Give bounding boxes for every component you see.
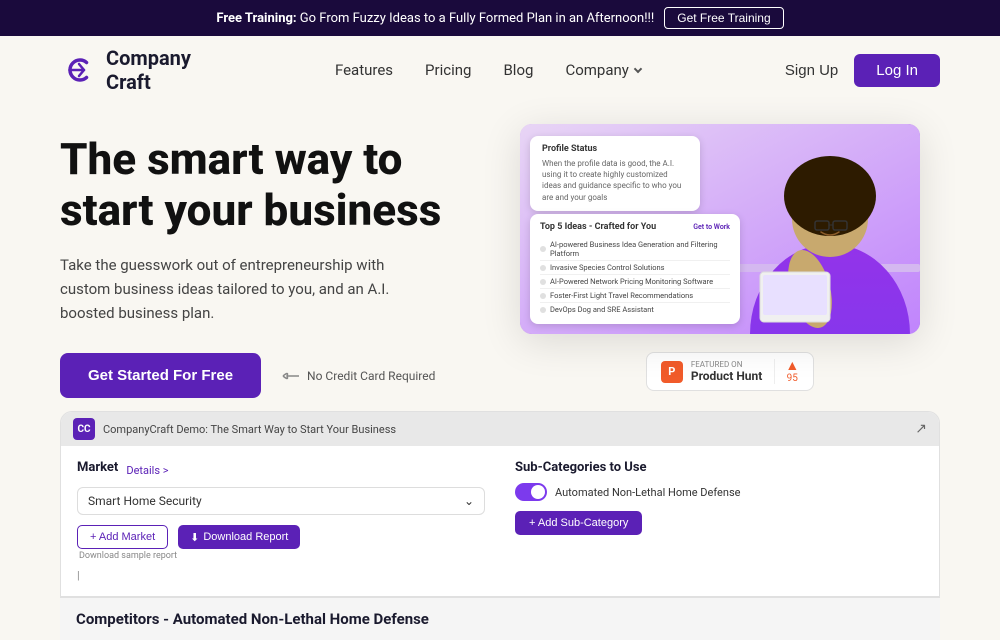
sub-categories-label: Sub-Categories to Use	[515, 460, 923, 475]
ideas-card-cta[interactable]: Get to Work	[693, 223, 730, 231]
logo-text: Company Craft	[106, 46, 191, 94]
nav-auth: Sign Up Log In	[785, 54, 940, 87]
cta-area: Get Started For Free No Credit Card Requ…	[60, 353, 480, 398]
ideas-card-header: Top 5 Ideas - Crafted for You Get to Wor…	[540, 222, 730, 232]
hero-title: The smart way to start your business	[60, 134, 480, 235]
top-ideas-card: Top 5 Ideas - Crafted for You Get to Wor…	[530, 214, 740, 324]
select-arrow-icon: ⌄	[464, 494, 474, 508]
hero-right: Profile Status When the profile data is …	[520, 124, 940, 401]
product-hunt-badge[interactable]: P FEATURED ON Product Hunt ▲ 95	[646, 352, 814, 391]
nav-blog[interactable]: Blog	[503, 61, 533, 79]
toggle-row: Automated Non-Lethal Home Defense	[515, 483, 923, 501]
demo-section: CC CompanyCraft Demo: The Smart Way to S…	[60, 411, 940, 597]
toggle-switch[interactable]	[515, 483, 547, 501]
download-report-button[interactable]: ⬇ Download Report	[178, 525, 300, 549]
profile-status-card: Profile Status When the profile data is …	[530, 136, 700, 211]
demo-content: Market Details > Smart Home Security ⌄ +…	[61, 446, 939, 596]
demo-title: CompanyCraft Demo: The Smart Way to Star…	[103, 423, 396, 436]
profile-card-title: Profile Status	[542, 144, 688, 154]
list-item: Invasive Species Control Solutions	[540, 261, 730, 275]
market-label: Market	[77, 460, 118, 475]
no-credit-note: No Credit Card Required	[281, 369, 435, 383]
nav-company-link[interactable]: Company	[565, 61, 628, 79]
signup-button[interactable]: Sign Up	[785, 62, 838, 79]
demo-header-left: CC CompanyCraft Demo: The Smart Way to S…	[73, 418, 396, 440]
hero-photo: Profile Status When the profile data is …	[520, 124, 920, 334]
hero-left: The smart way to start your business Tak…	[60, 124, 480, 398]
market-section: Market Details > Smart Home Security ⌄ +…	[77, 460, 923, 561]
market-select[interactable]: Smart Home Security ⌄	[77, 487, 485, 515]
competitors-title: Competitors - Automated Non-Lethal Home …	[76, 610, 924, 628]
share-icon[interactable]: ↗	[915, 421, 927, 437]
details-link[interactable]: Details >	[126, 464, 168, 477]
demo-left-col: Market Details > Smart Home Security ⌄ +…	[77, 460, 485, 561]
top-banner: Free Training: Go From Fuzzy Ideas to a …	[0, 0, 1000, 36]
list-item: AI-powered Business Idea Generation and …	[540, 238, 730, 261]
ideas-card-title: Top 5 Ideas - Crafted for You	[540, 222, 656, 232]
login-button[interactable]: Log In	[854, 54, 940, 87]
add-market-button[interactable]: + Add Market	[77, 525, 168, 549]
list-item: DevOps Dog and SRE Assistant	[540, 303, 730, 316]
competitors-section: Competitors - Automated Non-Lethal Home …	[60, 597, 940, 640]
banner-bold: Free Training:	[216, 11, 296, 26]
chevron-down-icon	[634, 65, 642, 73]
download-icon: ⬇	[190, 531, 199, 544]
profile-card-text: When the profile data is good, the A.I. …	[542, 158, 688, 203]
ideas-list: AI-powered Business Idea Generation and …	[540, 238, 730, 316]
toggle-label: Automated Non-Lethal Home Defense	[555, 486, 740, 499]
banner-cta-button[interactable]: Get Free Training	[664, 7, 783, 29]
hero-section: The smart way to start your business Tak…	[0, 104, 1000, 411]
add-sub-category-button[interactable]: + Add Sub-Category	[515, 511, 642, 535]
cursor-indicator: |	[77, 569, 80, 582]
nav-company[interactable]: Company	[565, 61, 640, 79]
product-hunt-icon: P	[661, 361, 683, 383]
download-sub-text: Download sample report	[79, 551, 485, 561]
ph-votes: ▲ 95	[774, 359, 799, 384]
nav-pricing[interactable]: Pricing	[425, 61, 471, 79]
ph-featured-text: FEATURED ON	[691, 360, 762, 369]
market-actions: + Add Market ⬇ Download Report	[77, 525, 485, 549]
demo-right-col: Sub-Categories to Use Automated Non-Leth…	[515, 460, 923, 561]
ph-arrow-icon: ▲	[785, 359, 799, 373]
navbar: Company Craft Features Pricing Blog Comp…	[0, 36, 1000, 104]
nav-features[interactable]: Features	[335, 61, 393, 79]
demo-logo: CC	[73, 418, 95, 440]
logo[interactable]: Company Craft	[60, 46, 191, 94]
demo-header: CC CompanyCraft Demo: The Smart Way to S…	[61, 412, 939, 446]
cta-button[interactable]: Get Started For Free	[60, 353, 261, 398]
hero-subtitle: Take the guesswork out of entrepreneursh…	[60, 253, 420, 325]
arrow-icon	[281, 369, 301, 383]
list-item: AI-Powered Network Pricing Monitoring So…	[540, 275, 730, 289]
logo-icon	[60, 51, 98, 89]
ph-name: Product Hunt	[691, 369, 762, 383]
hero-image-card: Profile Status When the profile data is …	[520, 124, 920, 334]
banner-text: Free Training: Go From Fuzzy Ideas to a …	[216, 11, 654, 26]
product-hunt-text: FEATURED ON Product Hunt	[691, 360, 762, 383]
list-item: Foster-First Light Travel Recommendation…	[540, 289, 730, 303]
nav-links: Features Pricing Blog Company	[335, 61, 641, 79]
